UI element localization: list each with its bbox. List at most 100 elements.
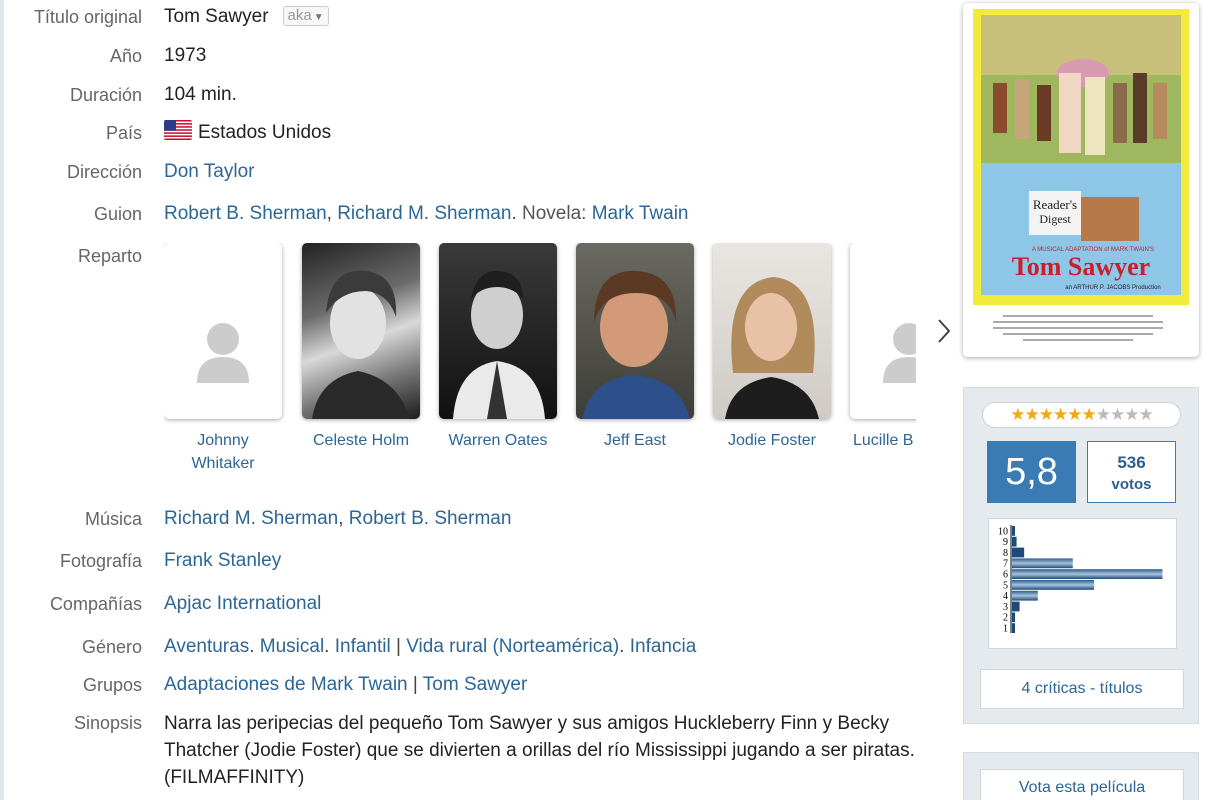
writer-link[interactable]: Richard M. Sherman xyxy=(337,203,511,224)
row-music: Música Richard M. Sherman, Robert B. She… xyxy=(0,506,511,532)
companies-label: Compañías xyxy=(49,594,142,614)
actor-name[interactable]: Johnny Whitaker xyxy=(164,429,282,475)
person-placeholder-icon xyxy=(197,323,249,383)
actor-photo-placeholder xyxy=(164,243,282,419)
vote-button[interactable]: Vota esta película xyxy=(980,769,1184,800)
histogram-bar xyxy=(1012,526,1016,536)
groups-label: Grupos xyxy=(82,675,142,695)
aka-dropdown[interactable]: aka ▼ xyxy=(282,6,329,26)
company-link[interactable]: Apjac International xyxy=(164,593,321,614)
histogram-tick-label: 5 xyxy=(1003,580,1008,591)
writer-link[interactable]: Robert B. Sherman xyxy=(164,203,327,224)
topic-link[interactable]: Infancia xyxy=(630,636,697,657)
row-original-title: Título original Tom Sawyer aka ▼ xyxy=(0,4,329,30)
actor-photo xyxy=(302,243,420,419)
original-title-value-wrap: Tom Sawyer aka ▼ xyxy=(164,4,329,30)
histogram-bar xyxy=(1012,536,1017,547)
original-title-label: Título original xyxy=(33,7,142,27)
director-label: Dirección xyxy=(66,162,142,182)
cast-member[interactable]: Lucille B xyxy=(850,243,916,452)
row-photography: Fotografía Frank Stanley xyxy=(0,548,281,574)
cast-member[interactable]: Celeste Holm xyxy=(302,243,420,452)
duration-label: Duración xyxy=(69,85,142,105)
caret-down-icon: ▼ xyxy=(313,12,324,23)
us-flag-icon xyxy=(164,120,192,140)
group-link[interactable]: Adaptaciones de Mark Twain xyxy=(164,674,408,695)
histogram-tick-label: 7 xyxy=(1003,559,1008,570)
histogram-bar xyxy=(1012,558,1073,569)
actor-photo xyxy=(439,243,557,419)
photographer-link[interactable]: Frank Stanley xyxy=(164,550,281,571)
aka-label: aka xyxy=(287,7,312,24)
votes-label: votos xyxy=(1111,476,1152,493)
country-value: Estados Unidos xyxy=(198,122,332,143)
actor-name[interactable]: Lucille B xyxy=(850,429,916,452)
movie-poster[interactable]: Reader's Digest A MUSICAL ADAPTATION of … xyxy=(963,3,1199,357)
actor-photo xyxy=(713,243,831,419)
histogram-bar xyxy=(1012,623,1016,633)
poster-image: Reader's Digest A MUSICAL ADAPTATION of … xyxy=(963,3,1199,357)
genre-link[interactable]: Aventuras xyxy=(164,636,249,657)
histogram-tick-label: 1 xyxy=(1003,624,1008,635)
rating-histogram[interactable]: 10 9 8 7 6 5 4 3 2 1 xyxy=(988,518,1177,649)
actor-name[interactable]: Celeste Holm xyxy=(302,429,420,452)
row-synopsis: Sinopsis Narra las peripecias del pequeñ… xyxy=(0,710,942,791)
cast-member[interactable]: Jeff East xyxy=(576,243,694,452)
histogram-bar xyxy=(1012,612,1016,623)
stars-filled: ★★★★★★ xyxy=(1010,405,1096,424)
duration-value: 104 min. xyxy=(164,84,237,105)
actor-name[interactable]: Warren Oates xyxy=(439,429,557,452)
cast-label: Reparto xyxy=(77,246,142,266)
photography-label: Fotografía xyxy=(59,551,142,571)
synopsis-text: Narra las peripecias del pequeño Tom Saw… xyxy=(164,713,915,788)
actor-photo xyxy=(576,243,694,419)
cast-member[interactable]: Johnny Whitaker xyxy=(164,243,282,475)
average-rating: 5,8 xyxy=(987,441,1076,503)
row-genre: Género Aventuras. Musical. Infantil | Vi… xyxy=(0,634,696,660)
director-link[interactable]: Don Taylor xyxy=(164,161,254,182)
actor-name[interactable]: Jodie Foster xyxy=(713,429,831,452)
synopsis-label: Sinopsis xyxy=(73,713,142,733)
row-cast: Reparto xyxy=(0,243,142,269)
novel-prefix: Novela: xyxy=(522,203,587,224)
composer-link[interactable]: Richard M. Sherman xyxy=(164,508,338,529)
genre-link[interactable]: Musical xyxy=(260,636,324,657)
critics-link[interactable]: 4 críticas - títulos xyxy=(980,669,1184,709)
histogram-bar xyxy=(1012,569,1163,579)
music-label: Música xyxy=(84,509,142,529)
year-value: 1973 xyxy=(164,45,207,66)
histogram-tick-label: 3 xyxy=(1003,602,1008,613)
votes-number: 536 xyxy=(1117,453,1146,472)
row-groups: Grupos Adaptaciones de Mark Twain | Tom … xyxy=(0,672,527,698)
chevron-right-icon[interactable] xyxy=(934,316,954,346)
topic-link[interactable]: Vida rural (Norteamérica) xyxy=(406,636,619,657)
rating-panel: ★★★★★★★★★★ 5,8 536 votos 10 9 8 7 6 5 4 3 2 1 4 cr… xyxy=(963,387,1199,724)
histogram-bar xyxy=(1012,547,1025,558)
poster-production: an ARTHUR P. JACOBS Production xyxy=(1065,285,1161,291)
group-link[interactable]: Tom Sawyer xyxy=(423,674,528,695)
row-companies: Compañías Apjac International xyxy=(0,591,321,617)
cast-member[interactable]: Jodie Foster xyxy=(713,243,831,452)
histogram-tick-label: 10 xyxy=(998,526,1008,537)
country-value-wrap: Estados Unidos xyxy=(164,120,331,146)
histogram-tick-label: 6 xyxy=(1003,570,1008,581)
histogram-bar xyxy=(1012,590,1038,601)
row-year: Año 1973 xyxy=(0,43,206,69)
actor-name[interactable]: Jeff East xyxy=(576,429,694,452)
novel-author-link[interactable]: Mark Twain xyxy=(592,203,689,224)
screenplay-label: Guion xyxy=(93,204,142,224)
star-rating: ★★★★★★★★★★ xyxy=(982,402,1181,428)
genre-link[interactable]: Infantil xyxy=(335,636,391,657)
poster-title: Tom Sawyer xyxy=(1012,252,1150,281)
histogram-tick-label: 8 xyxy=(1003,548,1008,559)
person-placeholder-icon xyxy=(883,323,916,383)
histogram-tick-label: 9 xyxy=(1003,537,1008,548)
composer-link[interactable]: Robert B. Sherman xyxy=(349,508,512,529)
poster-brand: Digest xyxy=(1039,212,1071,226)
cast-member[interactable]: Warren Oates xyxy=(439,243,557,452)
actor-photo-placeholder xyxy=(850,243,916,419)
vote-panel: Vota esta película xyxy=(963,752,1199,800)
year-label: Año xyxy=(109,46,142,66)
votes-count[interactable]: 536 votos xyxy=(1087,441,1176,503)
histogram-tick-label: 4 xyxy=(1003,591,1008,602)
